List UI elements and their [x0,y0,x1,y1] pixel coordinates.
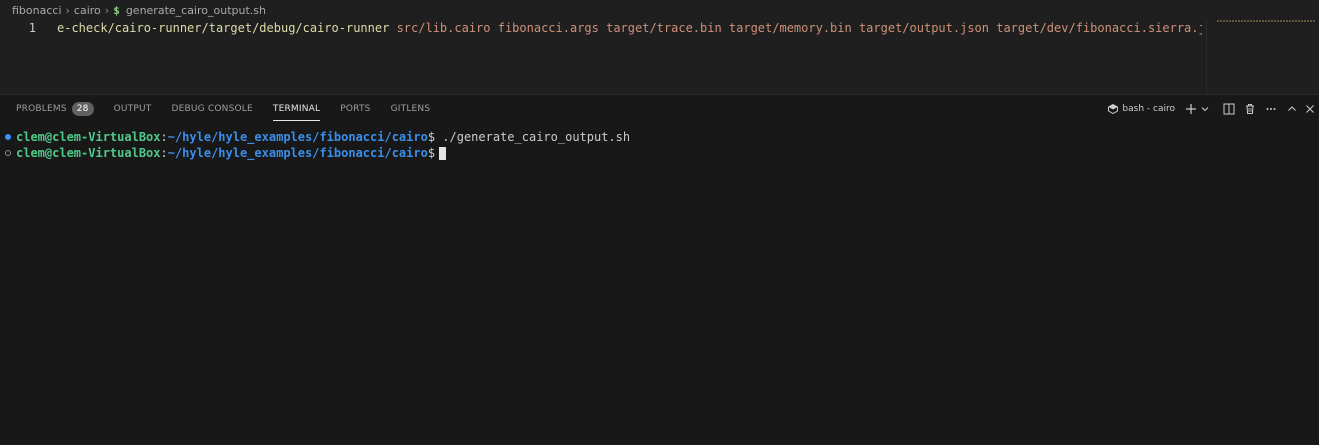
terminal-line: clem@clem-VirtualBox: ~/hyle/hyle_example… [0,145,1319,161]
new-terminal-plus-icon[interactable] [1184,99,1198,119]
tab-gitlens[interactable]: GITLENS [391,95,431,123]
tab-label: PORTS [340,104,371,114]
shell-file-icon: $ [113,3,120,17]
tab-terminal[interactable]: TERMINAL [272,95,321,123]
tab-label: OUTPUT [113,104,152,114]
code-line: 1 [0,20,38,36]
terminal[interactable]: clem@clem-VirtualBox: ~/hyle/hyle_example… [0,129,1319,161]
chevron-right-icon: › [104,3,110,17]
trash-icon[interactable] [1240,99,1260,119]
more-actions-icon[interactable] [1261,99,1281,119]
panel-actions: bash - cairo [1108,95,1319,123]
terminal-line: clem@clem-VirtualBox: ~/hyle/hyle_example… [0,129,1319,145]
prompt-user: clem@clem-VirtualBox [16,130,161,144]
tab-output[interactable]: OUTPUT [114,95,152,123]
prompt-path: ~/hyle/hyle_examples/fibonacci/cairo [167,146,428,160]
breadcrumb-item-fibonacci[interactable]: fibonacci [12,4,62,17]
prompt-path: ~/hyle/hyle_examples/fibonacci/cairo [167,130,428,144]
line-number: 1 [28,21,36,35]
terminal-icon [1108,104,1119,114]
panel-tabs: PROBLEMS 28 OUTPUT DEBUG CONSOLE TERMINA… [0,95,450,123]
prompt-colon: : [160,130,168,144]
prompt-user: clem@clem-VirtualBox [16,146,161,160]
terminal-instance-label: bash - cairo [1122,104,1175,114]
terminal-command: ./generate_cairo_output.sh [435,130,631,144]
pending-dot-icon [5,150,11,156]
minimap[interactable] [1206,20,1319,94]
tab-label: DEBUG CONSOLE [171,104,253,114]
breadcrumb-item-file[interactable]: generate_cairo_output.sh [126,4,266,17]
bottom-panel: PROBLEMS 28 OUTPUT DEBUG CONSOLE TERMINA… [0,94,1319,445]
terminal-cursor [439,146,447,160]
tab-label: PROBLEMS [16,104,67,114]
success-dot-icon [5,134,11,140]
prompt-colon: : [160,146,168,160]
tab-problems[interactable]: PROBLEMS 28 [16,95,94,123]
breadcrumb-item-cairo[interactable]: cairo [74,4,101,17]
tab-label: GITLENS [390,104,431,114]
chevron-right-icon: › [65,3,70,17]
tab-label: TERMINAL [272,104,321,114]
code-editor[interactable]: 1 e-check/cairo-runner/target/debug/cair… [0,20,1319,94]
prompt-dollar: $ [427,130,436,144]
prompt-dollar: $ [427,146,436,160]
tab-debug-console[interactable]: DEBUG CONSOLE [171,95,252,123]
command-pending-decoration[interactable] [0,150,16,156]
problems-count-badge: 28 [71,102,94,116]
chevron-down-icon[interactable] [1199,99,1211,119]
split-terminal-icon[interactable] [1219,99,1239,119]
terminal-instance-selector[interactable]: bash - cairo [1108,104,1175,114]
code-arguments: src/lib.cairo fibonacci.args target/trac… [396,21,1202,35]
maximize-panel-chevron-up-icon[interactable] [1282,99,1302,119]
breadcrumb: fibonacci › cairo › $ generate_cairo_out… [0,0,1319,20]
minimap-line [1217,20,1315,22]
close-panel-icon[interactable] [1303,99,1317,119]
code-command: e-check/cairo-runner/target/debug/cairo-… [57,21,390,35]
command-success-decoration[interactable] [0,134,16,140]
tab-ports[interactable]: PORTS [340,95,370,123]
code-text[interactable]: e-check/cairo-runner/target/debug/cairo-… [57,20,1202,36]
